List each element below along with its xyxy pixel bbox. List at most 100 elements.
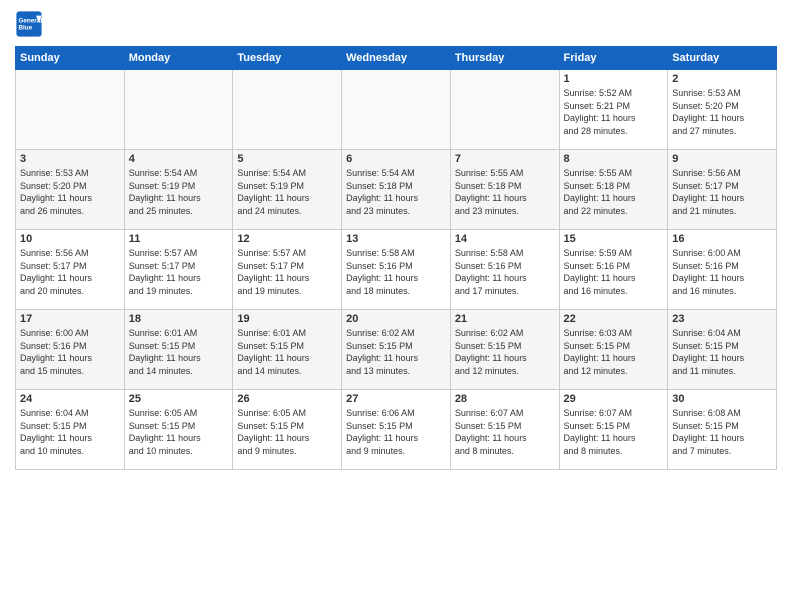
- day-cell: 12 Sunrise: 5:57 AM Sunset: 5:17 PM Dayli…: [233, 230, 342, 310]
- day-number: 16: [672, 233, 772, 245]
- day-cell: 4 Sunrise: 5:54 AM Sunset: 5:19 PM Daylig…: [124, 150, 233, 230]
- day-number: 12: [237, 233, 337, 245]
- day-number: 10: [20, 233, 120, 245]
- day-cell: 8 Sunrise: 5:55 AM Sunset: 5:18 PM Daylig…: [559, 150, 668, 230]
- week-row-5: 24 Sunrise: 6:04 AM Sunset: 5:15 PM Dayli…: [16, 390, 777, 470]
- day-info: Sunrise: 5:55 AM Sunset: 5:18 PM Dayligh…: [455, 167, 555, 217]
- day-number: 18: [129, 313, 229, 325]
- day-cell: 1Sunrise: 5:52 AM Sunset: 5:21 PM Daylig…: [559, 70, 668, 150]
- day-info: Sunrise: 5:53 AM Sunset: 5:20 PM Dayligh…: [20, 167, 120, 217]
- day-info: Sunrise: 5:56 AM Sunset: 5:17 PM Dayligh…: [672, 167, 772, 217]
- day-info: Sunrise: 6:00 AM Sunset: 5:16 PM Dayligh…: [20, 327, 120, 377]
- day-cell: 27 Sunrise: 6:06 AM Sunset: 5:15 PM Dayli…: [342, 390, 451, 470]
- day-info: Sunrise: 6:08 AM Sunset: 5:15 PM Dayligh…: [672, 407, 772, 457]
- day-info: Sunrise: 6:02 AM Sunset: 5:15 PM Dayligh…: [455, 327, 555, 377]
- day-cell: [342, 70, 451, 150]
- day-cell: 28 Sunrise: 6:07 AM Sunset: 5:15 PM Dayli…: [450, 390, 559, 470]
- weekday-header-row: SundayMondayTuesdayWednesdayThursdayFrid…: [16, 47, 777, 70]
- day-number: 9: [672, 153, 772, 165]
- day-cell: 13Sunrise: 5:58 AM Sunset: 5:16 PM Dayli…: [342, 230, 451, 310]
- day-cell: [233, 70, 342, 150]
- day-info: Sunrise: 5:59 AM Sunset: 5:16 PM Dayligh…: [564, 247, 664, 297]
- day-number: 15: [564, 233, 664, 245]
- day-info: Sunrise: 6:02 AM Sunset: 5:15 PM Dayligh…: [346, 327, 446, 377]
- day-cell: 18Sunrise: 6:01 AM Sunset: 5:15 PM Dayli…: [124, 310, 233, 390]
- day-info: Sunrise: 5:53 AM Sunset: 5:20 PM Dayligh…: [672, 87, 772, 137]
- day-number: 21: [455, 313, 555, 325]
- day-info: Sunrise: 5:55 AM Sunset: 5:18 PM Dayligh…: [564, 167, 664, 217]
- day-number: 27: [346, 393, 446, 405]
- day-cell: 9 Sunrise: 5:56 AM Sunset: 5:17 PM Daylig…: [668, 150, 777, 230]
- day-number: 29: [564, 393, 664, 405]
- day-cell: 16Sunrise: 6:00 AM Sunset: 5:16 PM Dayli…: [668, 230, 777, 310]
- day-cell: 15 Sunrise: 5:59 AM Sunset: 5:16 PM Dayli…: [559, 230, 668, 310]
- logo-icon: General Blue: [15, 10, 43, 38]
- weekday-header-saturday: Saturday: [668, 47, 777, 70]
- day-info: Sunrise: 6:07 AM Sunset: 5:15 PM Dayligh…: [455, 407, 555, 457]
- day-info: Sunrise: 5:58 AM Sunset: 5:16 PM Dayligh…: [346, 247, 446, 297]
- day-number: 17: [20, 313, 120, 325]
- day-number: 20: [346, 313, 446, 325]
- weekday-header-sunday: Sunday: [16, 47, 125, 70]
- weekday-header-tuesday: Tuesday: [233, 47, 342, 70]
- week-row-4: 17 Sunrise: 6:00 AM Sunset: 5:16 PM Dayli…: [16, 310, 777, 390]
- day-cell: 5Sunrise: 5:54 AM Sunset: 5:19 PM Daylig…: [233, 150, 342, 230]
- day-number: 14: [455, 233, 555, 245]
- day-number: 26: [237, 393, 337, 405]
- day-cell: 3 Sunrise: 5:53 AM Sunset: 5:20 PM Daylig…: [16, 150, 125, 230]
- day-number: 11: [129, 233, 229, 245]
- day-info: Sunrise: 6:04 AM Sunset: 5:15 PM Dayligh…: [672, 327, 772, 377]
- day-info: Sunrise: 6:07 AM Sunset: 5:15 PM Dayligh…: [564, 407, 664, 457]
- day-info: Sunrise: 5:54 AM Sunset: 5:18 PM Dayligh…: [346, 167, 446, 217]
- day-cell: 20 Sunrise: 6:02 AM Sunset: 5:15 PM Dayli…: [342, 310, 451, 390]
- day-info: Sunrise: 6:04 AM Sunset: 5:15 PM Dayligh…: [20, 407, 120, 457]
- day-number: 5: [237, 153, 337, 165]
- day-info: Sunrise: 5:58 AM Sunset: 5:16 PM Dayligh…: [455, 247, 555, 297]
- week-row-3: 10Sunrise: 5:56 AM Sunset: 5:17 PM Dayli…: [16, 230, 777, 310]
- day-number: 24: [20, 393, 120, 405]
- day-info: Sunrise: 5:52 AM Sunset: 5:21 PM Dayligh…: [564, 87, 664, 137]
- week-row-1: 1Sunrise: 5:52 AM Sunset: 5:21 PM Daylig…: [16, 70, 777, 150]
- weekday-header-wednesday: Wednesday: [342, 47, 451, 70]
- day-number: 28: [455, 393, 555, 405]
- day-info: Sunrise: 6:05 AM Sunset: 5:15 PM Dayligh…: [129, 407, 229, 457]
- day-number: 3: [20, 153, 120, 165]
- day-cell: 25 Sunrise: 6:05 AM Sunset: 5:15 PM Dayli…: [124, 390, 233, 470]
- calendar-table: SundayMondayTuesdayWednesdayThursdayFrid…: [15, 46, 777, 470]
- logo: General Blue: [15, 10, 43, 38]
- day-cell: 19 Sunrise: 6:01 AM Sunset: 5:15 PM Dayli…: [233, 310, 342, 390]
- day-info: Sunrise: 5:54 AM Sunset: 5:19 PM Dayligh…: [129, 167, 229, 217]
- day-cell: 14 Sunrise: 5:58 AM Sunset: 5:16 PM Dayli…: [450, 230, 559, 310]
- weekday-header-friday: Friday: [559, 47, 668, 70]
- day-info: Sunrise: 5:57 AM Sunset: 5:17 PM Dayligh…: [237, 247, 337, 297]
- svg-text:Blue: Blue: [19, 25, 33, 32]
- day-info: Sunrise: 6:03 AM Sunset: 5:15 PM Dayligh…: [564, 327, 664, 377]
- day-cell: 30 Sunrise: 6:08 AM Sunset: 5:15 PM Dayli…: [668, 390, 777, 470]
- day-cell: 26 Sunrise: 6:05 AM Sunset: 5:15 PM Dayli…: [233, 390, 342, 470]
- day-cell: 29 Sunrise: 6:07 AM Sunset: 5:15 PM Dayli…: [559, 390, 668, 470]
- day-info: Sunrise: 6:01 AM Sunset: 5:15 PM Dayligh…: [237, 327, 337, 377]
- day-cell: [16, 70, 125, 150]
- weekday-header-monday: Monday: [124, 47, 233, 70]
- day-cell: 11 Sunrise: 5:57 AM Sunset: 5:17 PM Dayli…: [124, 230, 233, 310]
- day-cell: [450, 70, 559, 150]
- day-info: Sunrise: 6:05 AM Sunset: 5:15 PM Dayligh…: [237, 407, 337, 457]
- day-number: 6: [346, 153, 446, 165]
- day-number: 25: [129, 393, 229, 405]
- day-cell: 7 Sunrise: 5:55 AM Sunset: 5:18 PM Daylig…: [450, 150, 559, 230]
- day-number: 2: [672, 73, 772, 85]
- day-number: 4: [129, 153, 229, 165]
- day-number: 22: [564, 313, 664, 325]
- day-number: 19: [237, 313, 337, 325]
- day-cell: 17 Sunrise: 6:00 AM Sunset: 5:16 PM Dayli…: [16, 310, 125, 390]
- day-info: Sunrise: 5:57 AM Sunset: 5:17 PM Dayligh…: [129, 247, 229, 297]
- header: General Blue: [15, 10, 777, 38]
- day-cell: 23 Sunrise: 6:04 AM Sunset: 5:15 PM Dayli…: [668, 310, 777, 390]
- day-number: 8: [564, 153, 664, 165]
- day-info: Sunrise: 6:06 AM Sunset: 5:15 PM Dayligh…: [346, 407, 446, 457]
- day-number: 30: [672, 393, 772, 405]
- page: General Blue SundayMondayTuesdayWednesda…: [0, 0, 792, 612]
- day-number: 7: [455, 153, 555, 165]
- day-cell: 22 Sunrise: 6:03 AM Sunset: 5:15 PM Dayli…: [559, 310, 668, 390]
- day-number: 23: [672, 313, 772, 325]
